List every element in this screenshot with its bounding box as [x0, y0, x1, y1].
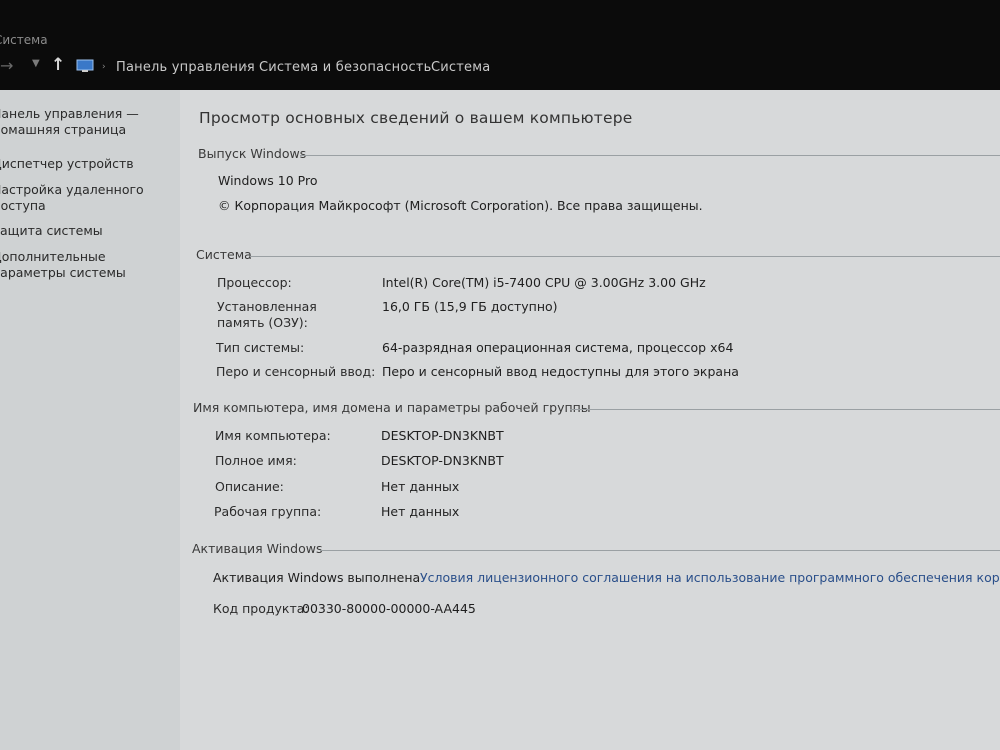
workgroup-label: Рабочая группа: [214, 504, 322, 519]
section-divider [300, 155, 1000, 156]
section-divider [250, 256, 1000, 257]
computer-icon [76, 59, 94, 72]
section-divider [570, 409, 1000, 410]
memory-value: 16,0 ГБ (15,9 ГБ доступно) [382, 299, 558, 314]
recent-dropdown-icon[interactable]: ▼ [32, 58, 40, 69]
pen-touch-value: Перо и сенсорный ввод недоступны для это… [382, 364, 739, 379]
windows-edition-value: Windows 10 Pro [218, 173, 318, 188]
product-key-label: Код продукта: [213, 601, 309, 616]
copyright-text: © Корпорация Майкрософт (Microsoft Corpo… [218, 198, 703, 213]
up-arrow-icon[interactable]: ↑ [51, 55, 65, 75]
workgroup-value: Нет данных [381, 504, 460, 519]
sidebar-item-advanced-settings[interactable]: Дополнительные параметры системы [0, 249, 172, 281]
main-content: Просмотр основных сведений о вашем компь… [180, 90, 1000, 750]
system-type-label: Тип системы: [216, 340, 305, 355]
section-heading-windows-edition: Выпуск Windows [198, 146, 307, 161]
product-key-value: 00330-80000-00000-AA445 [302, 601, 476, 616]
breadcrumb-separator-icon: › [102, 62, 106, 72]
breadcrumb-system[interactable]: Система [431, 60, 490, 75]
license-terms-link[interactable]: Условия лицензионного соглашения на испо… [420, 570, 1000, 585]
computer-name-value: DESKTOP-DN3KNBT [381, 428, 504, 443]
navigation-row: → ▼ ↑ › Панель управления › Система и бе… [0, 55, 1000, 82]
processor-label: Процессор: [217, 275, 292, 290]
memory-label: Установленная память (ОЗУ): [217, 299, 317, 330]
full-name-label: Полное имя: [215, 453, 297, 468]
processor-value: Intel(R) Core(TM) i5-7400 CPU @ 3.00GHz … [382, 275, 706, 290]
section-heading-activation: Активация Windows [192, 541, 323, 556]
system-type-value: 64-разрядная операционная система, проце… [382, 340, 734, 355]
section-heading-computer-name: Имя компьютера, имя домена и параметры р… [193, 400, 591, 415]
description-label: Описание: [215, 479, 284, 494]
activation-status: Активация Windows выполнена [213, 570, 421, 585]
back-arrow-icon[interactable]: → [0, 56, 13, 75]
breadcrumb-control-panel[interactable]: Панель управления [116, 60, 255, 75]
sidebar-item-control-panel-home[interactable]: Панель управления — домашняя страница [0, 106, 172, 138]
sidebar-item-system-protection[interactable]: Защита системы [0, 223, 172, 239]
title-bar: Система → ▼ ↑ › Панель управления › Сист… [0, 0, 1000, 90]
sidebar: Панель управления — домашняя страница Ди… [0, 90, 180, 750]
description-value: Нет данных [381, 479, 460, 494]
section-heading-system: Система [196, 247, 252, 262]
full-name-value: DESKTOP-DN3KNBT [381, 453, 504, 468]
window-title: Система [0, 33, 48, 47]
sidebar-item-remote-settings[interactable]: Настройка удаленного доступа [0, 182, 172, 214]
section-divider [320, 550, 1000, 551]
breadcrumb-system-security[interactable]: Система и безопасность [259, 60, 431, 75]
sidebar-item-device-manager[interactable]: Диспетчер устройств [0, 156, 172, 172]
page-title: Просмотр основных сведений о вашем компь… [199, 109, 633, 127]
computer-name-label: Имя компьютера: [215, 428, 331, 443]
breadcrumb-separator-icon[interactable]: › [244, 62, 248, 72]
pen-touch-label: Перо и сенсорный ввод: [216, 364, 376, 379]
breadcrumb-separator-icon[interactable]: › [417, 62, 421, 72]
